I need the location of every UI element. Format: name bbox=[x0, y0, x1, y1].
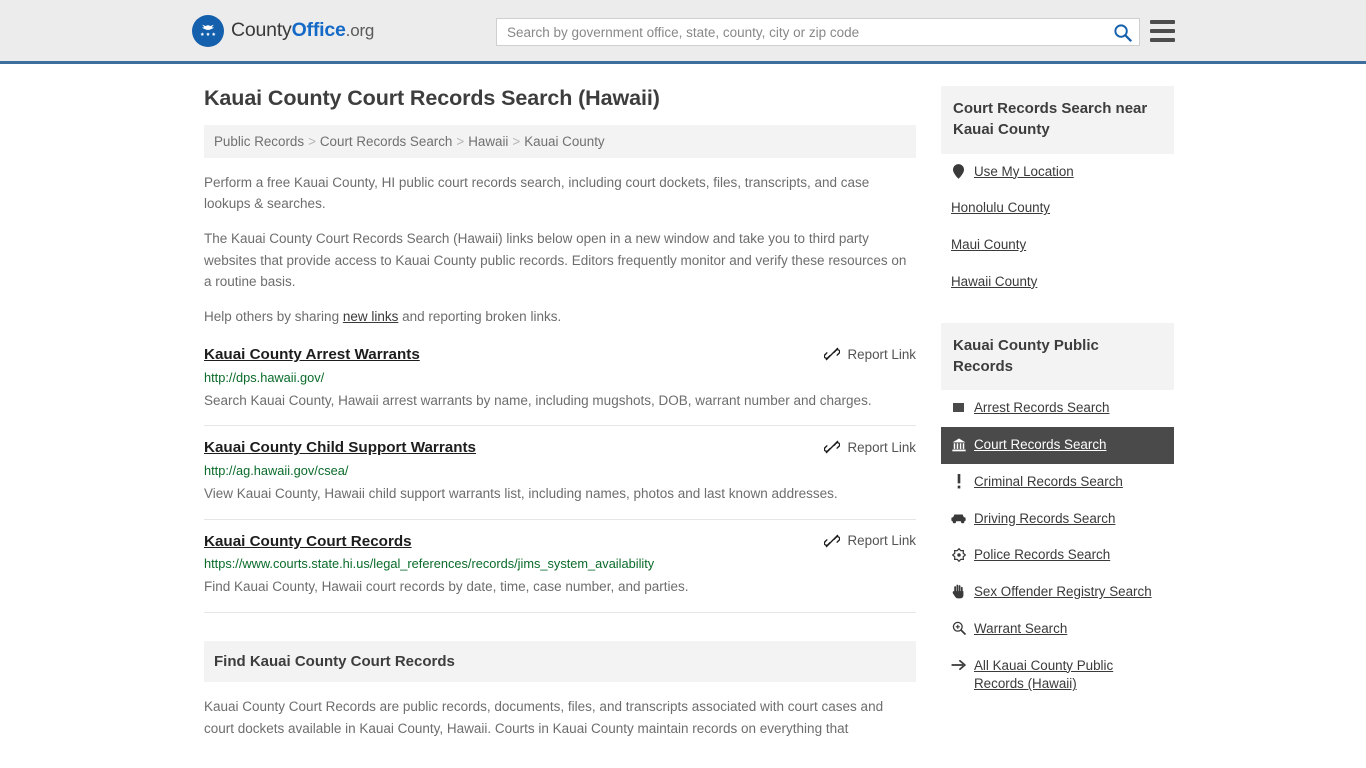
sidebar-item-sex-offender-registry-search[interactable]: Sex Offender Registry Search bbox=[941, 574, 1174, 611]
intro-text: Perform a free Kauai County, HI public c… bbox=[204, 172, 916, 327]
hand-icon bbox=[951, 584, 966, 599]
result-url: http://dps.hawaii.gov/ bbox=[204, 369, 325, 385]
sidebar-item-maui-county[interactable]: Maui County bbox=[941, 227, 1174, 264]
sidebar-item-label: Warrant Search bbox=[974, 620, 1068, 636]
result-url: http://ag.hawaii.gov/csea/ bbox=[204, 463, 349, 479]
hamburger-bar bbox=[1150, 20, 1175, 24]
result-description: View Kauai County, Hawaii child support … bbox=[204, 485, 838, 501]
result-description: Search Kauai County, Hawaii arrest warra… bbox=[204, 392, 872, 408]
sidebar-item-arrest-records-search[interactable]: Arrest Records Search bbox=[941, 390, 1174, 427]
breadcrumb-item-public-records[interactable]: Public Records bbox=[214, 134, 304, 149]
exclamation-icon bbox=[951, 473, 966, 489]
sidebar-item-label: Maui County bbox=[951, 237, 1027, 253]
public-records-list: Arrest Records Search Court Records Sear… bbox=[941, 390, 1174, 703]
car-icon bbox=[951, 511, 966, 526]
nearby-search-heading: Court Records Search near Kauai County bbox=[941, 86, 1174, 154]
report-link-label: Report Link bbox=[847, 533, 916, 549]
sidebar-item-label: Use My Location bbox=[974, 163, 1074, 179]
sidebar-item-all-public-records[interactable]: All Kauai County Public Records (Hawaii) bbox=[941, 648, 1174, 704]
map-pin-icon bbox=[951, 163, 966, 179]
sidebar-item-label: Driving Records Search bbox=[974, 510, 1116, 526]
help-text-before: Help others by sharing bbox=[204, 308, 343, 324]
sidebar-item-label: Police Records Search bbox=[974, 547, 1111, 563]
find-records-heading: Find Kauai County Court Records bbox=[204, 640, 916, 682]
sidebar-item-label: Court Records Search bbox=[974, 437, 1107, 453]
sidebar-item-driving-records-search[interactable]: Driving Records Search bbox=[941, 501, 1174, 538]
intro-paragraph-1: Perform a free Kauai County, HI public c… bbox=[204, 175, 870, 212]
sidebar-item-label: Hawaii County bbox=[951, 273, 1038, 289]
report-link-label: Report Link bbox=[847, 439, 916, 455]
result-title-link[interactable]: Kauai County Court Records bbox=[204, 532, 412, 552]
site-header: CountyOffice.org bbox=[0, 0, 1366, 64]
result-description: Find Kauai County, Hawaii court records … bbox=[204, 578, 689, 594]
breadcrumb: Public Records > Court Records Search > Hawa… bbox=[204, 125, 916, 158]
brand-part-tld: .org bbox=[345, 21, 375, 40]
sidebar-item-honolulu-county[interactable]: Honolulu County bbox=[941, 190, 1174, 227]
sidebar-item-court-records-search[interactable]: Court Records Search bbox=[941, 427, 1174, 464]
site-logo-text: CountyOffice.org bbox=[231, 19, 374, 42]
breadcrumb-separator: > bbox=[308, 134, 316, 149]
magnifier-plus-icon bbox=[951, 621, 966, 636]
search-button[interactable] bbox=[1105, 19, 1139, 45]
report-link-label: Report Link bbox=[847, 346, 916, 362]
sidebar: Court Records Search near Kauai County U… bbox=[941, 86, 1174, 740]
sidebar-item-warrant-search[interactable]: Warrant Search bbox=[941, 611, 1174, 648]
breadcrumb-separator: > bbox=[456, 134, 465, 149]
courthouse-icon bbox=[951, 437, 966, 452]
result-title-link[interactable]: Kauai County Arrest Warrants bbox=[204, 345, 420, 365]
breadcrumb-item-hawaii[interactable]: Hawaii bbox=[468, 134, 508, 149]
report-link-button[interactable]: Report Link bbox=[823, 532, 916, 549]
broken-chain-icon bbox=[823, 534, 840, 547]
result-item: Kauai County Child Support Warrants Repo… bbox=[204, 426, 916, 520]
intro-paragraph-3: Help others by sharing new links and rep… bbox=[204, 306, 916, 327]
public-records-heading: Kauai County Public Records bbox=[941, 322, 1174, 391]
result-item: Kauai County Court Records Report Link h… bbox=[204, 520, 916, 613]
search-bar[interactable] bbox=[496, 18, 1140, 46]
police-badge-icon bbox=[951, 547, 966, 562]
public-records-panel: Kauai County Public Records Arrest Recor… bbox=[941, 322, 1174, 703]
hamburger-bar bbox=[1150, 29, 1175, 33]
sidebar-item-hawaii-county[interactable]: Hawaii County bbox=[941, 264, 1174, 301]
sidebar-item-label: Honolulu County bbox=[951, 200, 1051, 216]
sidebar-item-police-records-search[interactable]: Police Records Search bbox=[941, 537, 1174, 574]
main-content: Kauai County Court Records Search (Hawai… bbox=[204, 86, 916, 740]
result-url: https://www.courts.state.hi.us/legal_ref… bbox=[204, 556, 655, 572]
page-title: Kauai County Court Records Search (Hawai… bbox=[204, 86, 660, 110]
brand-part-county: County bbox=[231, 19, 292, 41]
nearby-search-panel: Court Records Search near Kauai County U… bbox=[941, 86, 1174, 301]
handcuffs-icon bbox=[951, 400, 966, 415]
sidebar-item-use-my-location[interactable]: Use My Location bbox=[941, 154, 1174, 191]
sidebar-item-label: All Kauai County Public Records (Hawaii) bbox=[974, 657, 1114, 692]
sidebar-item-label: Criminal Records Search bbox=[974, 473, 1123, 489]
page-container: Kauai County Court Records Search (Hawai… bbox=[0, 64, 1366, 740]
sidebar-item-label: Sex Offender Registry Search bbox=[974, 584, 1152, 600]
search-input[interactable] bbox=[497, 19, 1105, 45]
site-logo[interactable]: CountyOffice.org bbox=[192, 14, 374, 47]
arrow-right-icon bbox=[951, 658, 966, 673]
help-text-after: and reporting broken links. bbox=[398, 308, 562, 324]
brand-part-office: Office bbox=[291, 19, 346, 41]
results-list: Kauai County Arrest Warrants Report Link… bbox=[204, 341, 916, 613]
hamburger-menu-icon[interactable] bbox=[1150, 20, 1175, 42]
intro-paragraph-2: The Kauai County Court Records Search (H… bbox=[204, 231, 907, 289]
result-item: Kauai County Arrest Warrants Report Link… bbox=[204, 341, 916, 427]
search-icon bbox=[1113, 23, 1132, 42]
broken-chain-icon bbox=[823, 441, 840, 454]
broken-chain-icon bbox=[823, 347, 840, 361]
hamburger-bar bbox=[1150, 38, 1175, 42]
find-records-body: Kauai County Court Records are public re… bbox=[204, 698, 884, 736]
sidebar-item-label: Arrest Records Search bbox=[974, 400, 1110, 416]
report-link-button[interactable]: Report Link bbox=[823, 438, 916, 455]
breadcrumb-separator: > bbox=[512, 134, 521, 149]
sidebar-item-criminal-records-search[interactable]: Criminal Records Search bbox=[941, 464, 1174, 501]
new-links-link[interactable]: new links bbox=[343, 309, 399, 324]
result-title-link[interactable]: Kauai County Child Support Warrants bbox=[204, 438, 476, 458]
nearby-search-list: Use My Location Honolulu County Maui Cou… bbox=[941, 154, 1174, 301]
breadcrumb-item-kauai-county[interactable]: Kauai County bbox=[524, 134, 604, 149]
eagle-seal-icon bbox=[192, 14, 224, 47]
breadcrumb-item-court-records-search[interactable]: Court Records Search bbox=[320, 134, 452, 149]
report-link-button[interactable]: Report Link bbox=[823, 345, 916, 362]
